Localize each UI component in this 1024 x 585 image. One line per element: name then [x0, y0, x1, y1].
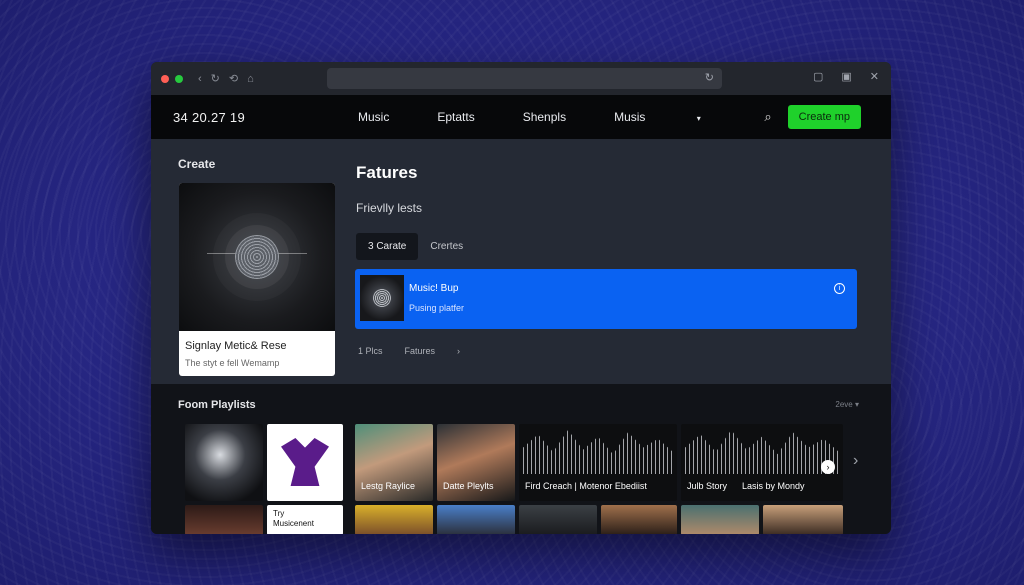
tile-label: Lestg Raylice [361, 481, 416, 491]
tile-label: Fird Creach | Motenor Ebediist [525, 481, 647, 491]
window-controls: ▢ ▣ ✕ [813, 70, 879, 83]
features-tabs: 3 Carate Crertes [356, 233, 463, 260]
playlist-tile[interactable] [681, 505, 759, 534]
nav-actions: ⌕ Create mp [764, 105, 861, 129]
nav-item-eptatts[interactable]: Eptatts [437, 110, 474, 124]
features-heading: Fatures [356, 163, 418, 182]
meta-features-link[interactable]: Fatures [405, 346, 436, 356]
playlist-tile[interactable] [185, 505, 263, 534]
create-card[interactable]: Signlay Metic& Rese The styt e fell Wema… [179, 183, 335, 376]
brand-label: 34 20.27 19 [173, 109, 245, 125]
playlist-tile[interactable]: Lestg Raylice [355, 424, 433, 501]
playlist-tile[interactable]: Fird Creach | Motenor Ebediist [519, 424, 677, 501]
playlists-section: Foom Playlists 2eve ▾ Lestg Raylice Datt… [151, 384, 891, 534]
search-icon[interactable]: ⌕ [764, 109, 771, 125]
player-subtitle: Pusing platfer [409, 303, 465, 313]
card-title: Signlay Metic& Rese [185, 340, 287, 352]
meta-plays: 1 Plcs [358, 346, 383, 356]
chevron-down-icon: ▾ [696, 114, 701, 123]
reload-icon[interactable]: ↻ [705, 71, 714, 84]
zoom-dot[interactable] [175, 74, 183, 83]
tabs-icon[interactable]: ▢ [813, 70, 823, 83]
brand-logo-icon [281, 438, 329, 486]
browser-window: ‹ ↻ ⟲ ⌂ ↻ ▢ ▣ ✕ 34 20.27 19 Music Eptatt… [151, 62, 891, 534]
browser-toolbar: ‹ ↻ ⟲ ⌂ ↻ ▢ ▣ ✕ [151, 62, 891, 95]
playlist-tile[interactable]: Try Musicenent [267, 505, 343, 534]
waveform-graphic [523, 430, 673, 474]
tab-carate[interactable]: 3 Carate [356, 233, 419, 260]
playlist-tile[interactable]: Datte Pleylts [437, 424, 515, 501]
playlist-tile[interactable] [437, 505, 515, 534]
share-icon[interactable]: ⌂ [247, 73, 254, 85]
bookmark-icon[interactable]: ▣ [841, 70, 851, 83]
main-section: Create Signlay Metic& Rese The styt e fe… [151, 139, 891, 384]
nav-item-musis-dropdown[interactable]: Musis ▾ [614, 110, 749, 124]
meta-row: 1 Plcs Fatures › [358, 346, 482, 356]
music-player-card[interactable]: Music! Bup Pusing platfer i [355, 269, 857, 329]
playlist-tile[interactable] [519, 505, 597, 534]
tile-label: Try Musicenent [273, 509, 314, 528]
nav-links: Music Eptatts Shenpls Musis ▾ [358, 110, 797, 124]
card-artwork [179, 183, 335, 331]
playlist-tile[interactable] [355, 505, 433, 534]
playlist-tile[interactable] [601, 505, 677, 534]
create-heading: Create [178, 157, 216, 171]
player-title: Music! Bup [409, 283, 459, 294]
vinyl-disc-icon [235, 235, 279, 279]
back-icon[interactable]: ‹ [198, 73, 202, 85]
tile-label: Datte Pleylts [443, 481, 494, 491]
close-dot[interactable] [161, 74, 169, 83]
chevron-right-icon[interactable]: › [457, 346, 460, 356]
features-subheading: Frievlly lests [356, 201, 423, 215]
card-subtitle: The styt e fell Wemamp [185, 358, 280, 368]
tile-label: Julb Story Lasis by Mondy [687, 481, 805, 491]
playlist-tile[interactable] [763, 505, 843, 534]
create-button[interactable]: Create mp [787, 105, 861, 129]
playlist-tile[interactable]: Julb Story Lasis by Mondy › [681, 424, 843, 501]
history-icon[interactable]: ⟲ [229, 72, 238, 85]
next-arrow-icon[interactable]: › [821, 460, 835, 474]
forward-icon[interactable]: ↻ [211, 72, 220, 85]
player-thumbnail [360, 275, 404, 321]
close-icon[interactable]: ✕ [870, 70, 879, 83]
playlists-sort[interactable]: 2eve ▾ [835, 400, 859, 409]
playlists-heading: Foom Playlists [178, 399, 256, 411]
scroll-right-icon[interactable]: › [853, 452, 858, 470]
nav-item-music[interactable]: Music [358, 110, 389, 124]
top-navigation: 34 20.27 19 Music Eptatts Shenpls Musis … [151, 95, 891, 139]
tab-crertes[interactable]: Crertes [430, 241, 463, 252]
address-bar[interactable]: ↻ [327, 68, 722, 89]
waveform-graphic [685, 430, 839, 474]
nav-item-musis-label: Musis [614, 110, 646, 124]
playlist-tile[interactable] [267, 424, 343, 501]
playlist-tile[interactable] [185, 424, 263, 501]
info-icon[interactable]: i [834, 283, 845, 294]
nav-item-shenpls[interactable]: Shenpls [523, 110, 566, 124]
